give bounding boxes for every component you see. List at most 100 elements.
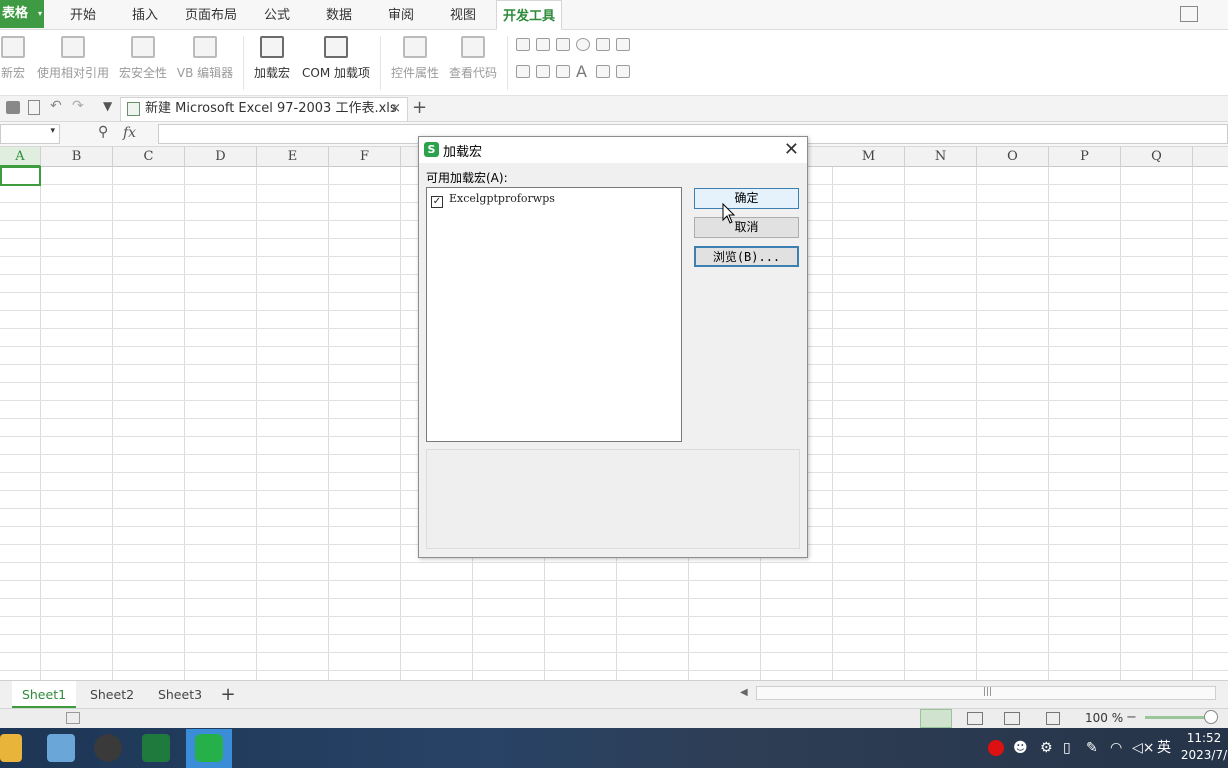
system-clock[interactable]: 11:52 2023/7/ xyxy=(1180,730,1228,764)
sheet-tab-1[interactable]: Sheet1 xyxy=(12,681,76,708)
image-control-icon[interactable] xyxy=(596,65,610,78)
media-player-icon[interactable] xyxy=(47,734,75,762)
network-app-icon[interactable]: ⚙ xyxy=(1040,738,1053,758)
print-preview-icon[interactable] xyxy=(28,100,40,115)
normal-view-button[interactable] xyxy=(920,709,952,728)
page-break-view-icon[interactable] xyxy=(967,712,983,725)
dropdown-arrow-icon[interactable]: ▼ xyxy=(103,99,112,113)
ok-button[interactable]: 确定 xyxy=(694,188,799,209)
addin-icon xyxy=(260,36,284,58)
list-item[interactable]: ✓ Excelgptproforwps xyxy=(431,192,555,208)
column-header-p[interactable]: P xyxy=(1049,147,1121,167)
shield-icon xyxy=(131,36,155,58)
ribbon-label: 宏安全性 xyxy=(118,66,167,80)
textbox-control-icon[interactable] xyxy=(536,38,550,51)
addins-listbox[interactable]: ✓ Excelgptproforwps xyxy=(426,187,682,442)
macro-security-button[interactable]: 宏安全性 xyxy=(116,34,170,90)
tab-home[interactable]: 开始 xyxy=(56,0,110,30)
radio-control-icon[interactable] xyxy=(576,38,590,51)
label-control-icon[interactable]: A xyxy=(576,62,587,81)
listbox-control-icon[interactable] xyxy=(596,38,610,51)
button-control-icon[interactable] xyxy=(556,38,570,51)
column-header-e[interactable]: E xyxy=(257,147,329,167)
control-properties-button[interactable]: 控件属性 xyxy=(388,34,442,90)
app-menu-button[interactable]: 表格 ▾ xyxy=(0,0,44,28)
spin-control-icon[interactable] xyxy=(536,65,550,78)
column-header-q[interactable]: Q xyxy=(1121,147,1193,167)
column-header-a[interactable]: A xyxy=(0,147,41,167)
upload-icon[interactable] xyxy=(1180,6,1198,22)
com-addins-button[interactable]: COM 加载项 xyxy=(298,34,374,90)
page-layout-view-icon[interactable] xyxy=(1004,712,1020,725)
column-header-f[interactable]: F xyxy=(329,147,401,167)
ribbon-label: VB 编辑器 xyxy=(176,66,234,80)
document-tab[interactable]: 新建 Microsoft Excel 97-2003 工作表.xls × xyxy=(120,97,408,121)
name-box[interactable]: ▾ xyxy=(0,124,60,144)
tab-review[interactable]: 审阅 xyxy=(374,0,428,30)
file-explorer-icon[interactable] xyxy=(0,734,22,762)
close-icon[interactable]: ✕ xyxy=(784,139,799,160)
zoom-slider-knob[interactable] xyxy=(1204,710,1218,724)
more-controls-icon[interactable] xyxy=(616,65,630,78)
undo-icon[interactable]: ↶ xyxy=(50,98,62,114)
column-header-o[interactable]: O xyxy=(977,147,1049,167)
fx-icon[interactable]: fx xyxy=(123,125,136,141)
sd-app-icon[interactable] xyxy=(94,734,122,762)
zoom-out-icon[interactable]: − xyxy=(1126,710,1137,725)
ribbon-separator xyxy=(380,36,381,90)
sheet-tab-2[interactable]: Sheet2 xyxy=(80,681,144,708)
zoom-lookup-icon[interactable]: ⚲ xyxy=(98,124,108,140)
wifi-icon[interactable]: ◠ xyxy=(1110,738,1122,758)
wps-taskbar-button[interactable] xyxy=(186,729,232,768)
dialog-title-bar[interactable]: S 加载宏 ✕ xyxy=(419,137,807,163)
sheet-tab-3[interactable]: Sheet3 xyxy=(148,681,212,708)
ime-indicator[interactable]: 英 xyxy=(1157,738,1171,758)
tab-developer[interactable]: 开发工具 xyxy=(496,0,562,30)
addin-checkbox[interactable]: ✓ xyxy=(431,196,443,208)
print-icon[interactable] xyxy=(6,101,20,114)
available-addins-label: 可用加载宏(A): xyxy=(426,171,508,185)
relative-reference-button[interactable]: 使用相对引用 xyxy=(36,34,110,90)
usb-icon[interactable]: ▯ xyxy=(1063,738,1071,758)
column-header-b[interactable]: B xyxy=(41,147,113,167)
ribbon-label: COM 加载项 xyxy=(302,66,370,80)
scrollbar-control-icon[interactable] xyxy=(556,65,570,78)
reading-mode-icon[interactable] xyxy=(1046,712,1060,725)
qq-icon[interactable]: ☻ xyxy=(1013,738,1028,758)
column-header-m[interactable]: M xyxy=(833,147,905,167)
scroll-left-icon[interactable]: ◀ xyxy=(740,687,748,698)
tab-formulas[interactable]: 公式 xyxy=(250,0,304,30)
tab-page-layout[interactable]: 页面布局 xyxy=(180,0,242,30)
new-tab-button[interactable]: + xyxy=(412,97,427,118)
redo-icon[interactable]: ↷ xyxy=(72,98,84,114)
cancel-button[interactable]: 取消 xyxy=(694,217,799,238)
volume-muted-icon[interactable]: ◁× xyxy=(1132,738,1155,758)
tab-data[interactable]: 数据 xyxy=(312,0,366,30)
record-icon[interactable] xyxy=(988,740,1004,756)
column-header-n[interactable]: N xyxy=(905,147,977,167)
load-addins-dialog: S 加载宏 ✕ 可用加载宏(A): ✓ Excelgptproforwps 确定 … xyxy=(418,136,808,558)
combobox-control-icon[interactable] xyxy=(616,38,630,51)
ribbon-label: 查看代码 xyxy=(448,66,497,80)
record-macro-button[interactable]: 新宏 xyxy=(0,34,28,90)
tab-view[interactable]: 视图 xyxy=(436,0,490,30)
add-sheet-button[interactable]: + xyxy=(216,681,240,708)
browse-button[interactable]: 浏览(B)... xyxy=(694,246,799,267)
input-method-icon[interactable]: ✎ xyxy=(1086,738,1098,758)
macro-status-icon[interactable] xyxy=(66,712,80,724)
addins-button[interactable]: 加载宏 xyxy=(250,34,294,90)
horizontal-scrollbar[interactable]: ||| xyxy=(756,686,1216,700)
grid-icon xyxy=(61,36,85,58)
zoom-level[interactable]: 100 % xyxy=(1085,708,1123,728)
view-code-button[interactable]: 查看代码 xyxy=(446,34,500,90)
checkbox-control-icon[interactable] xyxy=(516,38,530,51)
excel-taskbar-icon[interactable] xyxy=(142,734,170,762)
toggle-control-icon[interactable] xyxy=(516,65,530,78)
ribbon-label: 新宏 xyxy=(0,66,25,80)
tab-insert[interactable]: 插入 xyxy=(118,0,172,30)
selected-cell[interactable] xyxy=(0,166,41,186)
vb-editor-button[interactable]: VB 编辑器 xyxy=(174,34,236,90)
column-header-c[interactable]: C xyxy=(113,147,185,167)
column-header-d[interactable]: D xyxy=(185,147,257,167)
close-tab-icon[interactable]: × xyxy=(390,98,401,120)
